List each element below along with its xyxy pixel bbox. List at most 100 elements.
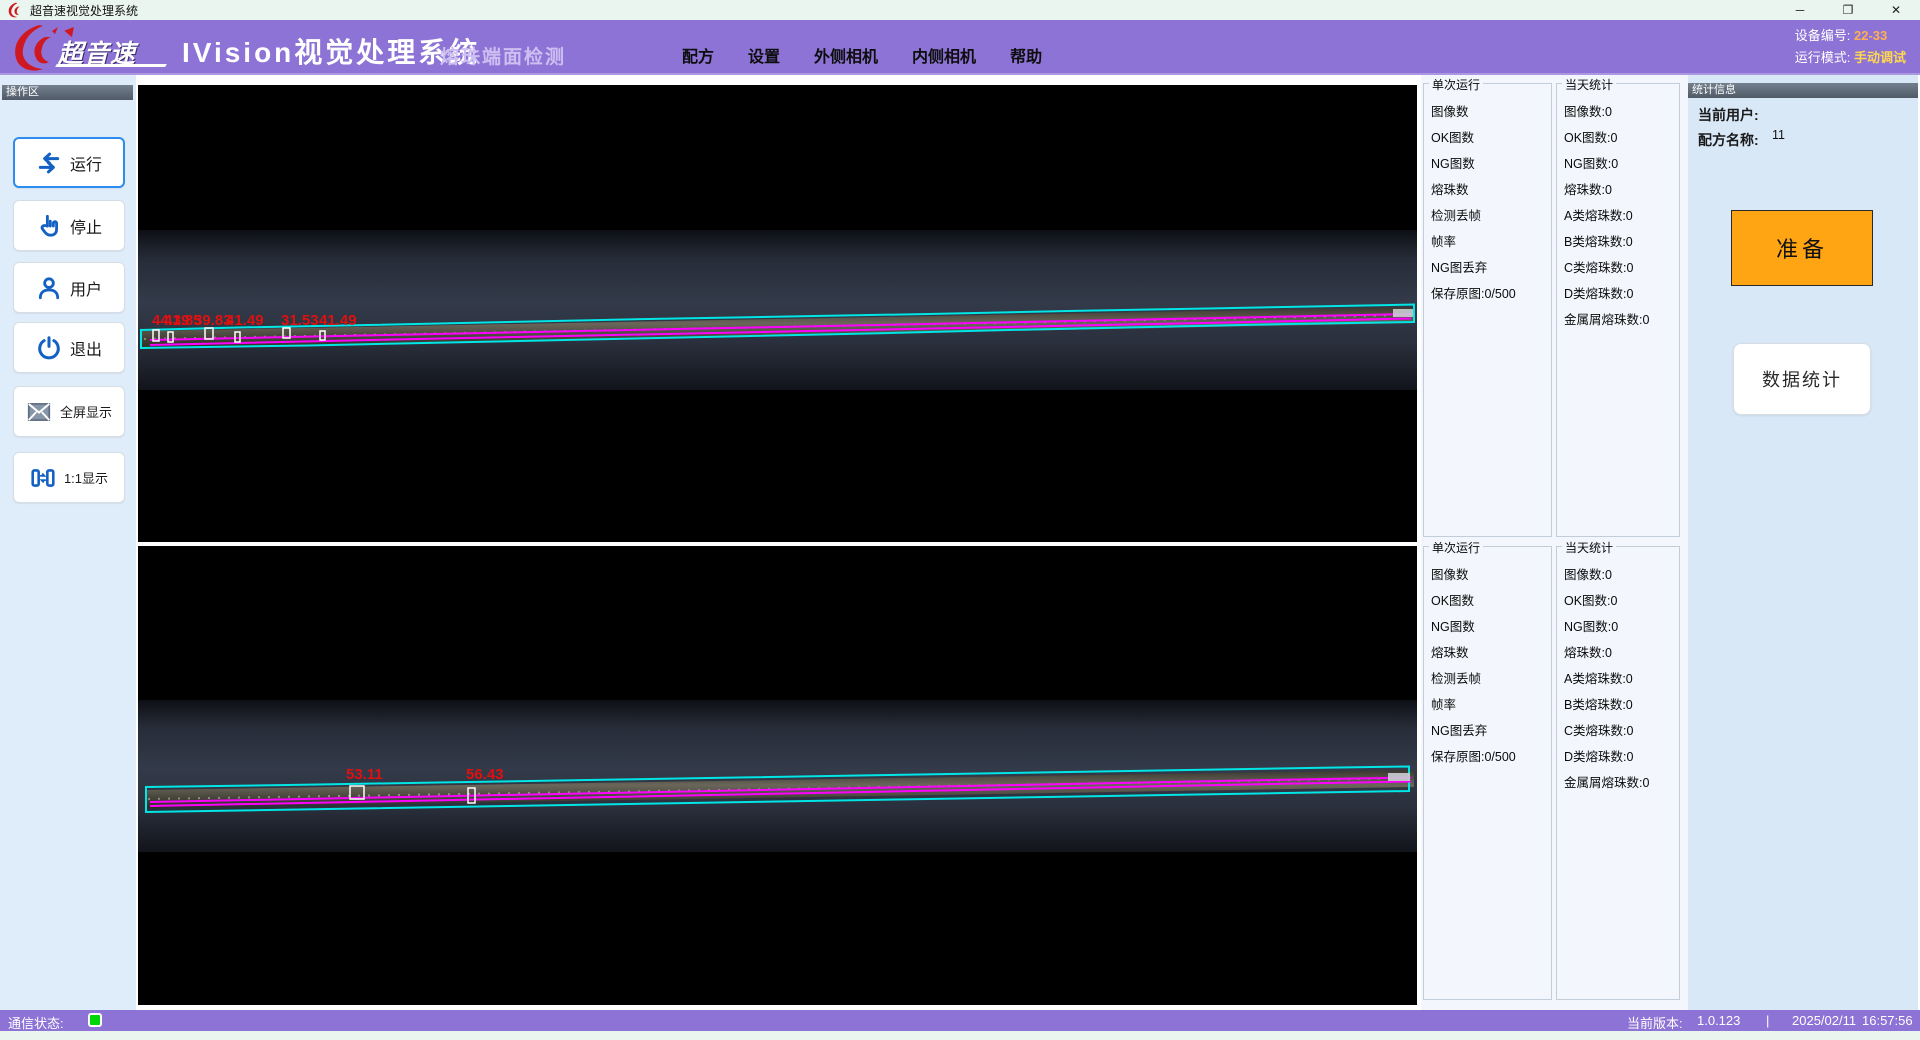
measurement-label: 41.49 [226, 312, 264, 329]
measurement-label: 41.49 [319, 312, 357, 329]
run-button-label: 运行 [70, 151, 102, 175]
measurement-label: 53.11 [346, 766, 383, 783]
header: 超音速 IVision视觉处理系统 熔珠端面检测 配方 设置 外侧相机 内侧相机… [0, 20, 1920, 75]
one-to-one-icon [30, 465, 56, 491]
stat-row: 熔珠数:0 [1564, 179, 1677, 205]
metal-band [138, 230, 1417, 390]
stat-row: 熔珠数 [1431, 642, 1549, 668]
stat-row: 金属屑熔珠数:0 [1564, 772, 1677, 798]
run-mode-value: 手动调试 [1854, 50, 1906, 65]
stat-row: OK图数 [1431, 590, 1549, 616]
single-run-title: 单次运行 [1429, 539, 1483, 556]
ready-button[interactable]: 准备 [1731, 210, 1873, 286]
stat-row: B类熔珠数:0 [1564, 694, 1677, 720]
stat-row: NG图数:0 [1564, 616, 1677, 642]
stat-row: D类熔珠数:0 [1564, 283, 1677, 309]
stat-row: 图像数 [1431, 101, 1549, 127]
menu-settings[interactable]: 设置 [748, 43, 780, 67]
single-run-panel-bottom: 单次运行 图像数 OK图数 NG图数 熔珠数 检测丢帧 帧率 NG图丢弃 保存原… [1423, 546, 1552, 1000]
app-subtitle: 熔珠端面检测 [440, 42, 566, 69]
stat-row: NG图数 [1431, 616, 1549, 642]
exit-button-label: 退出 [70, 336, 102, 360]
stat-row: 检测丢帧 [1431, 205, 1549, 231]
single-run-title: 单次运行 [1429, 76, 1483, 93]
measurement-label: 56.43 [466, 766, 504, 783]
bead-end-highlight [1388, 773, 1410, 781]
run-button[interactable]: 运行 [13, 137, 125, 188]
header-status: 设备编号: 22-33 运行模式: 手动调试 [1795, 25, 1906, 69]
version-label: 当前版本: [1627, 1013, 1683, 1032]
close-button[interactable]: ✕ [1872, 0, 1920, 20]
stat-row: 保存原图:0/500 [1431, 283, 1549, 309]
titlebar: 超音速视觉处理系统 ─ ❐ ✕ [0, 0, 1920, 20]
stat-row: B类熔珠数:0 [1564, 231, 1677, 257]
comm-status-indicator [88, 1013, 102, 1027]
one-to-one-button[interactable]: 1:1显示 [13, 452, 125, 503]
measurement-label: 31.53 [281, 312, 319, 329]
menu-recipe[interactable]: 配方 [682, 43, 714, 67]
user-button-label: 用户 [70, 276, 102, 300]
run-cycle-icon [36, 150, 62, 176]
menu-inner-camera[interactable]: 内侧相机 [912, 43, 976, 67]
daily-stats-title: 当天统计 [1562, 539, 1616, 556]
stat-row: NG图数 [1431, 153, 1549, 179]
one-to-one-button-label: 1:1显示 [64, 468, 108, 487]
stat-row: 金属屑熔珠数:0 [1564, 309, 1677, 335]
outer-camera-view[interactable]: 44.39 41.85 39.83 41.49 31.53 41.49 [138, 85, 1417, 542]
stat-row: C类熔珠数:0 [1564, 257, 1677, 283]
daily-stats-panel-top: 当天统计 图像数:0 OK图数:0 NG图数:0 熔珠数:0 A类熔珠数:0 B… [1556, 83, 1680, 537]
stat-row: D类熔珠数:0 [1564, 746, 1677, 772]
data-statistics-button[interactable]: 数据统计 [1733, 343, 1871, 415]
stat-row: NG图丢弃 [1431, 257, 1549, 283]
user-button[interactable]: 用户 [13, 262, 125, 313]
user-icon [36, 275, 62, 301]
status-date: 2025/02/11 [1792, 1013, 1856, 1028]
comm-status-label: 通信状态: [8, 1013, 64, 1032]
menu-outer-camera[interactable]: 外侧相机 [814, 43, 878, 67]
current-user-label: 当前用户: [1698, 105, 1759, 125]
menu-bar: 配方 设置 外侧相机 内侧相机 帮助 [682, 20, 1042, 75]
stat-row: 熔珠数:0 [1564, 642, 1677, 668]
status-bar: 通信状态: 当前版本: 1.0.123 | 2025/02/11 16:57:5… [0, 1010, 1920, 1031]
app-title: IVision视觉处理系统 [182, 31, 480, 71]
daily-stats-panel-bottom: 当天统计 图像数:0 OK图数:0 NG图数:0 熔珠数:0 A类熔珠数:0 B… [1556, 546, 1680, 1000]
stop-button-label: 停止 [70, 214, 102, 238]
daily-stats-title: 当天统计 [1562, 76, 1616, 93]
stat-row: A类熔珠数:0 [1564, 668, 1677, 694]
exit-button[interactable]: 退出 [13, 322, 125, 373]
stat-row: C类熔珠数:0 [1564, 720, 1677, 746]
restore-button[interactable]: ❐ [1824, 0, 1872, 20]
recipe-name-label: 配方名称: [1698, 130, 1759, 150]
device-number-label: 设备编号: [1795, 28, 1851, 43]
run-mode-label: 运行模式: [1795, 50, 1851, 65]
stat-row: OK图数:0 [1564, 127, 1677, 153]
stat-row: A类熔珠数:0 [1564, 205, 1677, 231]
inner-camera-view[interactable]: 53.11 56.43 [138, 546, 1417, 1005]
single-run-panel-top: 单次运行 图像数 OK图数 NG图数 熔珠数 检测丢帧 帧率 NG图丢弃 保存原… [1423, 83, 1552, 537]
device-number-value: 22-33 [1854, 28, 1887, 43]
window-bottom-edge [0, 1031, 1920, 1040]
brand-underline [55, 64, 167, 67]
stop-button[interactable]: 停止 [13, 200, 125, 251]
stat-row: 图像数:0 [1564, 564, 1677, 590]
power-icon [36, 335, 62, 361]
stat-row: 图像数:0 [1564, 101, 1677, 127]
minimize-button[interactable]: ─ [1776, 0, 1824, 20]
fullscreen-button-label: 全屏显示 [60, 402, 112, 421]
statistics-area: 单次运行 图像数 OK图数 NG图数 熔珠数 检测丢帧 帧率 NG图丢弃 保存原… [1421, 75, 1688, 1010]
info-panel: 统计信息 当前用户: 配方名称: 11 准备 数据统计 [1688, 75, 1918, 1010]
app-window: 超音速视觉处理系统 ─ ❐ ✕ 超音速 IVision视觉处理系统 熔珠端面检测… [0, 0, 1920, 1040]
menu-help[interactable]: 帮助 [1010, 43, 1042, 67]
stat-row: OK图数 [1431, 127, 1549, 153]
recipe-name-value: 11 [1772, 128, 1785, 142]
brand-swoosh-icon [8, 23, 58, 73]
sidebar-caption: 操作区 [2, 85, 133, 100]
bead-end-highlight [1393, 309, 1413, 317]
stat-row: 帧率 [1431, 694, 1549, 720]
stat-row: 帧率 [1431, 231, 1549, 257]
fullscreen-button[interactable]: 全屏显示 [13, 386, 125, 437]
info-panel-caption: 统计信息 [1688, 83, 1918, 98]
status-time: 16:57:56 [1862, 1013, 1913, 1028]
app-logo-icon [6, 2, 22, 18]
hand-stop-icon [36, 213, 62, 239]
